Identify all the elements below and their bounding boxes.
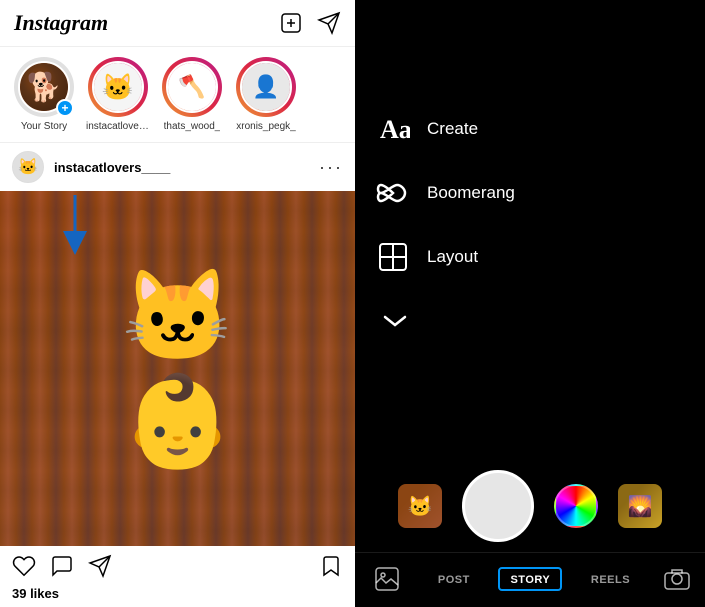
gallery-button[interactable]: 🐱 <box>398 484 442 528</box>
send-button[interactable] <box>317 11 341 35</box>
tab-story[interactable]: STORY <box>498 567 562 591</box>
bookmark-button[interactable] <box>319 554 343 578</box>
flip-camera-button[interactable] <box>659 561 695 597</box>
header: Instagram <box>0 0 355 47</box>
post-header-wrapper: 🐱 instacatlovers____ ··· <box>0 143 355 191</box>
story-item-xronis-pegk[interactable]: 👤 xronis_pegk_ <box>234 57 298 132</box>
bottom-tabs: POST STORY REELS <box>355 552 705 607</box>
story-avatar: 👤 <box>240 61 292 113</box>
like-button[interactable] <box>12 554 36 578</box>
layout-menu-item[interactable]: Layout <box>375 239 685 275</box>
post-options-button[interactable]: ··· <box>319 157 343 178</box>
story-tab-label: STORY <box>510 574 550 586</box>
post-avatar: 🐱 <box>12 151 44 183</box>
add-story-badge: + <box>56 99 74 117</box>
boomerang-menu-item[interactable]: Boomerang <box>375 175 685 211</box>
layout-icon <box>375 239 411 275</box>
story-ring: 🐱 <box>88 57 148 117</box>
layout-label: Layout <box>427 247 478 267</box>
filter-button[interactable]: 🌄 <box>618 484 662 528</box>
story-label: Your Story <box>21 121 67 132</box>
color-wheel-button[interactable] <box>554 484 598 528</box>
story-item-thats-wood[interactable]: 🪓 thats_wood_ <box>160 57 224 132</box>
story-avatar: 🐱 <box>92 61 144 113</box>
left-panel: Instagram <box>0 0 355 607</box>
create-menu-item[interactable]: Aa Create <box>375 111 685 147</box>
svg-text:Aa: Aa <box>380 115 410 144</box>
story-label: instacatlovers___ <box>86 121 150 132</box>
new-post-button[interactable] <box>279 11 303 35</box>
tab-post[interactable]: POST <box>430 568 478 590</box>
shutter-button[interactable] <box>462 470 534 542</box>
create-label: Create <box>427 119 478 139</box>
stories-row: + Your Story 🐱 instacatlovers___ 🪓 <box>0 47 355 143</box>
share-button[interactable] <box>88 554 112 578</box>
tab-reels[interactable]: REELS <box>583 568 638 590</box>
story-label: thats_wood_ <box>164 121 221 132</box>
text-icon: Aa <box>375 111 411 147</box>
chevron-down-icon <box>377 303 413 339</box>
right-panel: Aa Create Boomerang Layout <box>355 0 705 607</box>
camera-bottom: 🐱 🌄 POST STORY <box>355 450 705 607</box>
camera-controls-row: 🐱 🌄 <box>355 460 705 552</box>
story-ring: 👤 <box>236 57 296 117</box>
likes-count: 39 likes <box>0 586 355 601</box>
story-ring: 🪓 <box>162 57 222 117</box>
infinity-icon <box>375 175 411 211</box>
post-tab-label: POST <box>438 574 470 586</box>
story-item-instacatlovers[interactable]: 🐱 instacatlovers___ <box>86 57 150 132</box>
reels-tab-label: REELS <box>591 574 630 586</box>
more-options-button[interactable] <box>377 303 685 339</box>
post-image: 🐱👶 <box>0 191 355 546</box>
post-username: instacatlovers____ <box>54 160 309 175</box>
post-header: 🐱 instacatlovers____ ··· <box>0 143 355 191</box>
animals-display: 🐱👶 <box>121 264 233 474</box>
camera-area: Aa Create Boomerang Layout <box>355 0 705 450</box>
post-actions <box>0 546 355 586</box>
story-avatar: 🪓 <box>166 61 218 113</box>
header-icons <box>279 11 341 35</box>
comment-button[interactable] <box>50 554 74 578</box>
post-image-content: 🐱👶 <box>0 191 355 546</box>
story-label: xronis_pegk_ <box>236 121 295 132</box>
app-logo: Instagram <box>14 10 108 36</box>
story-item-your-story[interactable]: + Your Story <box>12 57 76 132</box>
boomerang-label: Boomerang <box>427 183 515 203</box>
gallery-tab-icon[interactable] <box>365 561 409 597</box>
